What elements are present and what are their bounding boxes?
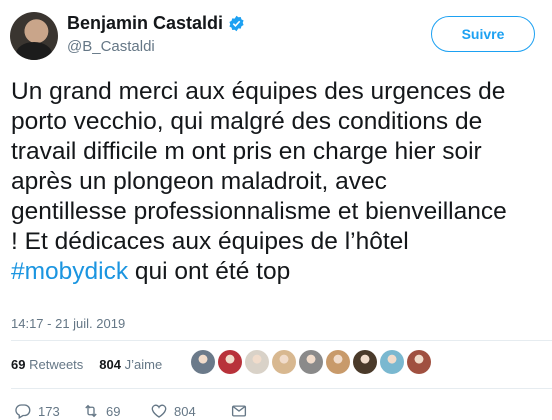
liker-avatar[interactable]	[380, 350, 404, 374]
tweet-text: Un grand merci aux équipes des urgences …	[11, 77, 552, 287]
tweet-line-last: #mobydick qui ont été top	[11, 257, 552, 287]
retweet-count: 69	[106, 403, 121, 419]
liker-avatar[interactable]	[353, 350, 377, 374]
liker-avatar[interactable]	[191, 350, 215, 374]
author-name[interactable]: Benjamin Castaldi	[67, 13, 223, 34]
action-bar: 173 69 804	[14, 402, 248, 420]
retweet-icon	[85, 404, 97, 418]
liker-avatar[interactable]	[218, 350, 242, 374]
reply-count: 173	[38, 403, 60, 419]
tweet-stats: 69 Retweets 804 J’aime	[11, 357, 162, 372]
tweet-line: porto vecchio, qui malgré des conditions…	[11, 108, 483, 135]
reply-action[interactable]: 173	[14, 402, 82, 420]
likes-label: J’aime	[124, 357, 163, 372]
author-handle[interactable]: @B_Castaldi	[67, 38, 155, 55]
divider	[11, 388, 552, 389]
liker-avatar[interactable]	[245, 350, 269, 374]
author-name-row: Benjamin Castaldi	[67, 13, 245, 34]
retweets-count: 69	[11, 357, 26, 372]
avatar[interactable]	[10, 12, 58, 60]
message-icon	[231, 405, 247, 417]
heart-icon	[151, 404, 167, 418]
likes-stat[interactable]: 804 J’aime	[99, 357, 162, 372]
liker-avatar[interactable]	[407, 350, 431, 374]
like-action[interactable]: 804	[150, 402, 230, 420]
tweet-line: travail difficile m ont pris en charge h…	[11, 138, 482, 165]
tweet-line: ! Et dédicaces aux équipes de l’hôtel	[11, 228, 409, 255]
tweet-line: après un plongeon maladroit, avec	[11, 168, 387, 195]
reply-icon	[15, 404, 31, 419]
message-action[interactable]	[230, 402, 248, 420]
liker-avatar[interactable]	[326, 350, 350, 374]
tweet-line-rest: qui ont été top	[128, 258, 291, 285]
likes-count: 804	[99, 357, 121, 372]
likers-avatars	[191, 350, 431, 374]
liker-avatar[interactable]	[299, 350, 323, 374]
like-count: 804	[174, 403, 196, 419]
retweets-stat[interactable]: 69 Retweets	[11, 357, 83, 372]
follow-button[interactable]: Suivre	[431, 16, 535, 52]
timestamp[interactable]: 14:17 - 21 juil. 2019	[11, 316, 125, 331]
retweets-label: Retweets	[29, 357, 84, 372]
divider	[11, 340, 552, 341]
tweet-line: Un grand merci aux équipes des urgences …	[11, 78, 506, 105]
tweet-line: gentillesse professionnalisme et bienvei…	[11, 198, 507, 225]
hashtag-link[interactable]: #mobydick	[11, 258, 128, 285]
retweet-action[interactable]: 69	[82, 402, 150, 420]
liker-avatar[interactable]	[272, 350, 296, 374]
verified-badge-icon	[229, 15, 244, 32]
